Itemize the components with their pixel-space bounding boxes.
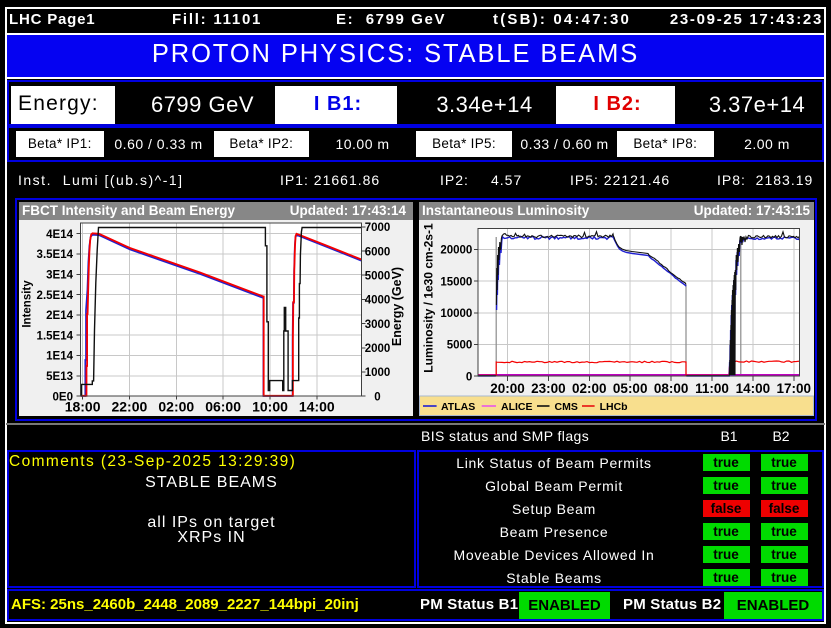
svg-text:20:00: 20:00 [490,381,525,396]
svg-text:05:00: 05:00 [613,381,648,396]
svg-text:1E14: 1E14 [46,351,73,363]
svg-text:02:00: 02:00 [158,399,194,415]
svg-text:3E14: 3E14 [46,270,73,282]
svg-text:08:00: 08:00 [654,381,689,396]
svg-text:4000: 4000 [365,295,391,307]
svg-text:1.5E14: 1.5E14 [37,330,74,342]
svg-text:3000: 3000 [365,319,391,331]
svg-text:ALICE: ALICE [501,401,533,413]
svg-text:2E14: 2E14 [46,310,73,322]
svg-text:15000: 15000 [440,276,472,288]
svg-text:10000: 10000 [440,308,472,320]
svg-text:CMS: CMS [555,401,578,413]
svg-text:LHCb: LHCb [600,401,628,413]
svg-text:10:00: 10:00 [252,399,288,415]
svg-text:14:00: 14:00 [299,399,335,415]
svg-text:14:00: 14:00 [736,381,771,396]
svg-text:5000: 5000 [365,270,391,282]
svg-text:4E14: 4E14 [46,229,73,241]
svg-text:Intensity: Intensity [22,280,34,328]
svg-text:0: 0 [466,371,472,383]
svg-text:11:00: 11:00 [695,381,729,396]
svg-text:0: 0 [374,391,380,403]
svg-text:Luminosity / 1e30 cm-2s-1: Luminosity / 1e30 cm-2s-1 [422,223,436,373]
svg-text:5E13: 5E13 [46,371,73,383]
svg-text:20000: 20000 [440,245,472,257]
svg-text:1000: 1000 [365,367,391,379]
svg-text:3.5E14: 3.5E14 [37,249,74,261]
svg-text:6000: 6000 [365,246,391,258]
svg-text:02:00: 02:00 [572,381,607,396]
svg-text:23:00: 23:00 [531,381,566,396]
svg-text:18:00: 18:00 [65,399,101,415]
svg-text:ATLAS: ATLAS [441,401,475,413]
svg-text:2000: 2000 [365,343,391,355]
svg-text:06:00: 06:00 [205,399,241,415]
svg-text:2.5E14: 2.5E14 [37,290,74,302]
svg-text:Energy (GeV): Energy (GeV) [390,267,404,346]
svg-text:5000: 5000 [447,340,473,352]
svg-text:17:00: 17:00 [777,381,812,396]
svg-text:7000: 7000 [365,222,391,234]
svg-text:22:00: 22:00 [111,399,147,415]
